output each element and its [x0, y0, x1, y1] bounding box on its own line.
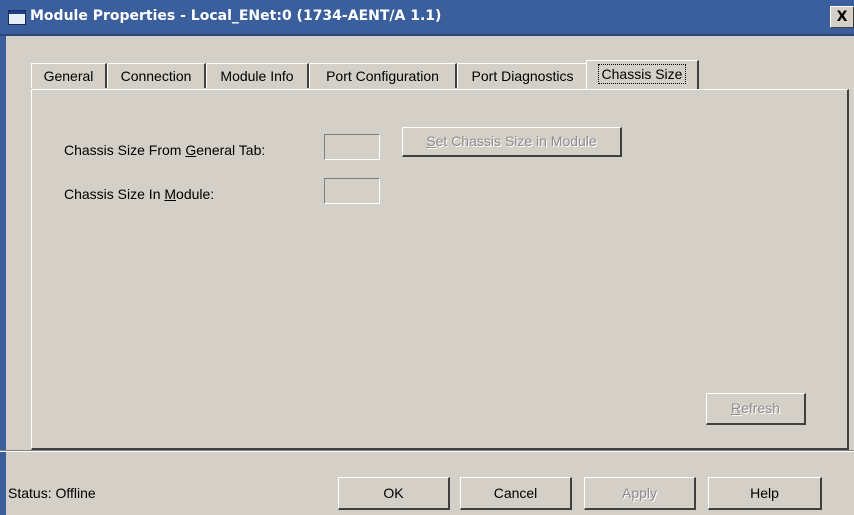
tab-general[interactable]: General — [31, 63, 107, 88]
tab-port-configuration-label: Port Configuration — [326, 68, 439, 84]
tab-chassis-size[interactable]: Chassis Size — [586, 60, 699, 89]
set-chassis-size-button[interactable]: Set Chassis Size in Module — [402, 127, 622, 157]
tab-connection-label: Connection — [120, 68, 192, 84]
apply-button[interactable]: Apply — [584, 477, 696, 510]
tab-connection[interactable]: Connection — [107, 63, 206, 88]
status-text: Status: Offline — [8, 485, 96, 501]
tab-module-info[interactable]: Module Info — [206, 63, 309, 88]
chassis-size-panel: Chassis Size From General Tab: Set Chass… — [31, 89, 849, 450]
tab-port-configuration[interactable]: Port Configuration — [309, 63, 457, 88]
ok-button[interactable]: OK — [338, 477, 450, 510]
module-properties-dialog: Module Properties - Local_ENet:0 (1734-A… — [0, 0, 854, 515]
cancel-button[interactable]: Cancel — [460, 477, 572, 510]
tab-port-diagnostics[interactable]: Port Diagnostics — [457, 63, 589, 88]
window-title: Module Properties - Local_ENet:0 (1734-A… — [30, 8, 442, 24]
footer-separator — [0, 450, 854, 452]
window-left-border — [0, 36, 6, 515]
chassis-size-in-module-field — [324, 178, 380, 204]
tab-general-label: General — [43, 68, 94, 84]
tab-port-diagnostics-label: Port Diagnostics — [471, 68, 574, 84]
refresh-button[interactable]: Refresh — [706, 393, 806, 425]
tab-chassis-size-label: Chassis Size — [597, 64, 687, 84]
window-icon — [8, 10, 26, 25]
tab-module-info-label: Module Info — [220, 68, 294, 84]
chassis-size-from-general-label: Chassis Size From General Tab: — [64, 142, 266, 158]
chassis-size-in-module-label: Chassis Size In Module: — [64, 186, 215, 202]
chassis-size-from-general-field — [324, 134, 380, 160]
title-bar[interactable]: Module Properties - Local_ENet:0 (1734-A… — [0, 0, 854, 36]
help-button[interactable]: Help — [708, 477, 822, 510]
close-button[interactable]: X — [830, 6, 854, 28]
